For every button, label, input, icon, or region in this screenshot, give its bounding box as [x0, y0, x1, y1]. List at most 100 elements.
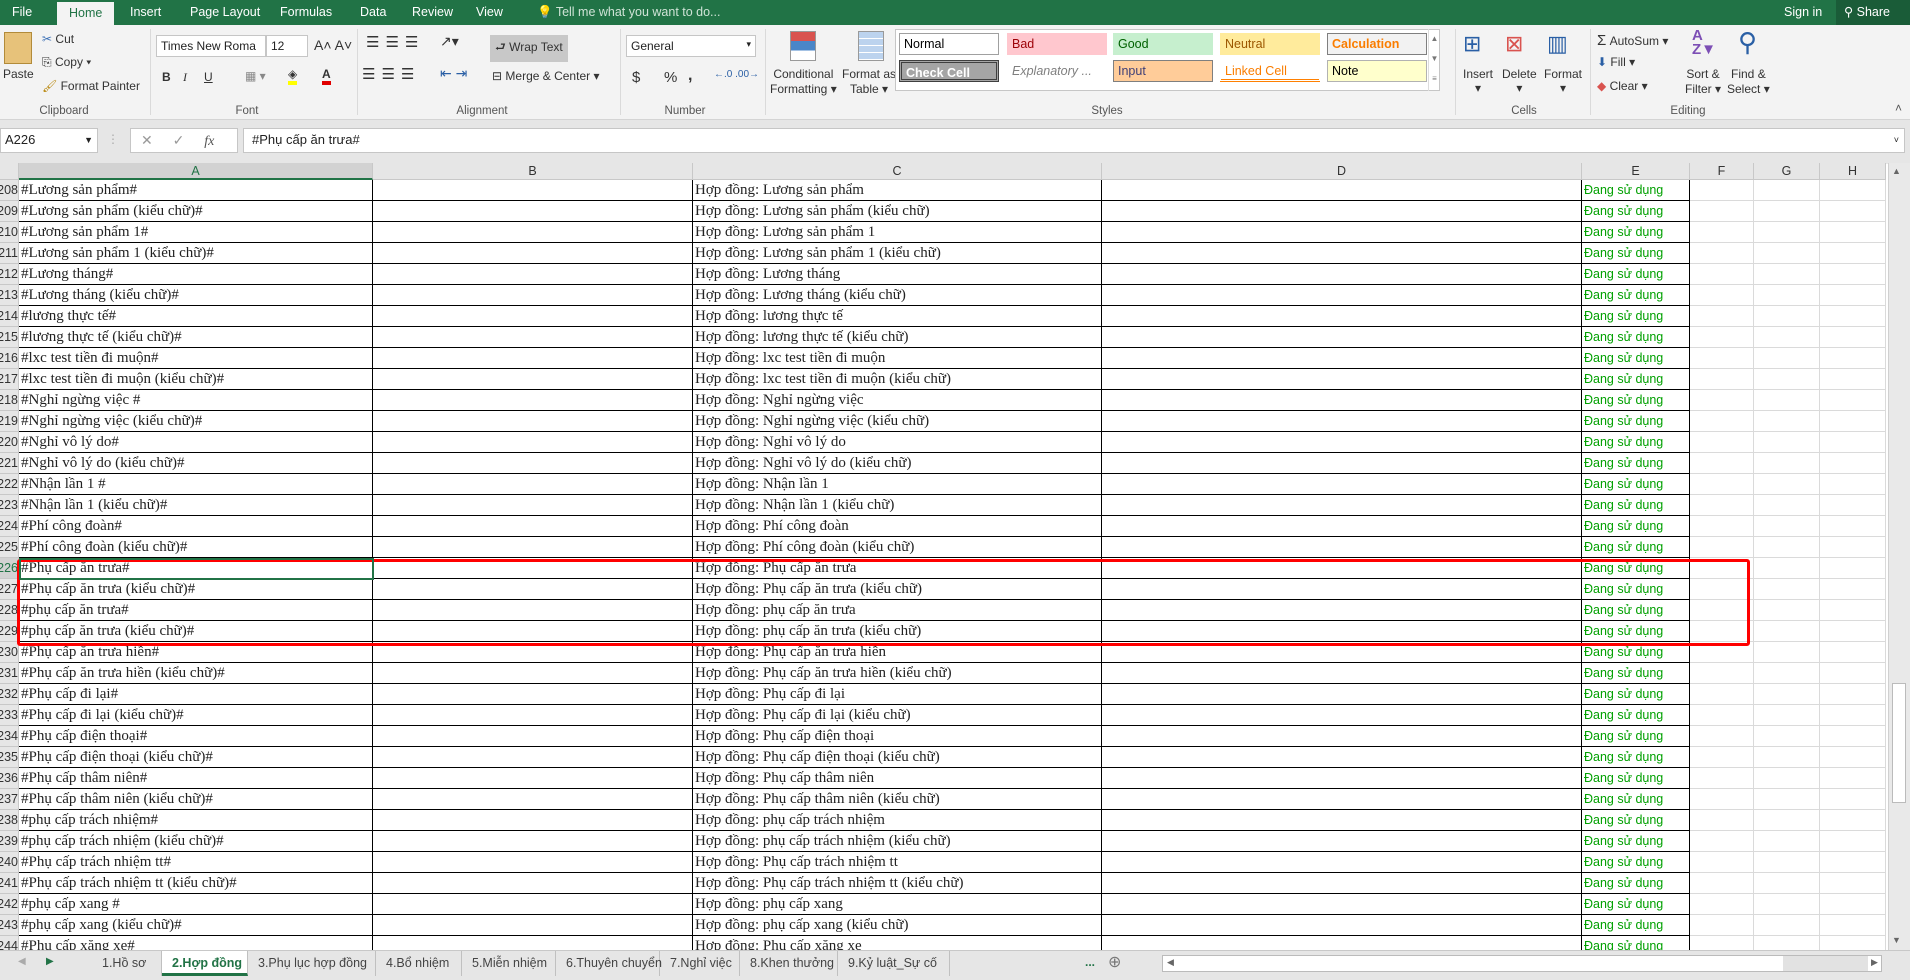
cell-E241[interactable]: Đang sử dụng	[1582, 873, 1690, 894]
font-color-icon[interactable]: A	[322, 67, 331, 85]
insert-cells-button[interactable]: Insert ▾	[1463, 67, 1493, 95]
cell-E230[interactable]: Đang sử dụng	[1582, 642, 1690, 663]
cell-E237[interactable]: Đang sử dụng	[1582, 789, 1690, 810]
cell-B218[interactable]	[373, 390, 693, 411]
cell-F215[interactable]	[1690, 327, 1754, 348]
percent-button[interactable]: %	[664, 69, 677, 86]
cell-H217[interactable]	[1820, 369, 1886, 390]
cell-C213[interactable]: Hợp đồng: Lương tháng (kiểu chữ)	[693, 285, 1102, 306]
cell-H230[interactable]	[1820, 642, 1886, 663]
cell-H228[interactable]	[1820, 600, 1886, 621]
cell-F229[interactable]	[1690, 621, 1754, 642]
row-header[interactable]: 237	[0, 789, 19, 810]
sheet-tab[interactable]: 2.Hợp đồng	[162, 951, 248, 976]
cell-E210[interactable]: Đang sử dụng	[1582, 222, 1690, 243]
cell-G240[interactable]	[1754, 852, 1820, 873]
cell-D231[interactable]	[1102, 663, 1582, 684]
cell-C209[interactable]: Hợp đồng: Lương sản phẩm (kiểu chữ)	[693, 201, 1102, 222]
row-header[interactable]: 241	[0, 873, 19, 894]
add-sheet-icon[interactable]: ⊕	[1108, 952, 1121, 972]
cell-G223[interactable]	[1754, 495, 1820, 516]
cell-D226[interactable]	[1102, 558, 1582, 579]
column-header-D[interactable]: D	[1102, 163, 1582, 180]
cell-F243[interactable]	[1690, 915, 1754, 936]
cell-B226[interactable]	[373, 558, 693, 579]
cell-C208[interactable]: Hợp đồng: Lương sản phẩm	[693, 180, 1102, 201]
horizontal-align-icons[interactable]: ☰☰☰	[362, 65, 420, 83]
cell-F227[interactable]	[1690, 579, 1754, 600]
cell-H237[interactable]	[1820, 789, 1886, 810]
cell-style-check-cell[interactable]: Check Cell	[899, 60, 999, 82]
cell-H216[interactable]	[1820, 348, 1886, 369]
cell-A223[interactable]: #Nhận lần 1 (kiểu chữ)#	[19, 495, 373, 516]
cell-H236[interactable]	[1820, 768, 1886, 789]
cell-H223[interactable]	[1820, 495, 1886, 516]
cell-H233[interactable]	[1820, 705, 1886, 726]
column-header-G[interactable]: G	[1754, 163, 1820, 180]
format-painter-button[interactable]: 🖌 Format Painter	[42, 79, 140, 93]
conditional-formatting-button[interactable]: Conditional Formatting ▾	[770, 67, 837, 97]
cell-G228[interactable]	[1754, 600, 1820, 621]
cell-D229[interactable]	[1102, 621, 1582, 642]
cell-F237[interactable]	[1690, 789, 1754, 810]
scroll-thumb[interactable]	[1892, 683, 1906, 803]
cell-D244[interactable]	[1102, 936, 1582, 950]
cell-H222[interactable]	[1820, 474, 1886, 495]
cell-style-normal[interactable]: Normal	[899, 33, 999, 55]
cell-G221[interactable]	[1754, 453, 1820, 474]
cell-G225[interactable]	[1754, 537, 1820, 558]
cell-H208[interactable]	[1820, 180, 1886, 201]
row-header[interactable]: 226	[0, 558, 19, 579]
cell-B214[interactable]	[373, 306, 693, 327]
sheet-tab[interactable]: 7.Nghỉ việc	[660, 951, 740, 976]
cell-C235[interactable]: Hợp đồng: Phụ cấp điện thoại (kiểu chữ)	[693, 747, 1102, 768]
cell-B242[interactable]	[373, 894, 693, 915]
cell-G216[interactable]	[1754, 348, 1820, 369]
cell-B213[interactable]	[373, 285, 693, 306]
cell-A211[interactable]: #Lương sản phẩm 1 (kiểu chữ)#	[19, 243, 373, 264]
cell-E239[interactable]: Đang sử dụng	[1582, 831, 1690, 852]
indent-icons[interactable]: ⇤ ⇥	[440, 65, 467, 82]
row-header[interactable]: 221	[0, 453, 19, 474]
cell-C216[interactable]: Hợp đồng: lxc test tiền đi muộn	[693, 348, 1102, 369]
prev-sheet-icon[interactable]: ◀	[18, 956, 26, 967]
number-format-select[interactable]: General ▾	[626, 35, 756, 57]
cell-C232[interactable]: Hợp đồng: Phụ cấp đi lại	[693, 684, 1102, 705]
next-sheet-icon[interactable]: ▶	[46, 956, 54, 967]
ribbon-tab-formulas[interactable]: Formulas	[268, 0, 344, 25]
cell-E224[interactable]: Đang sử dụng	[1582, 516, 1690, 537]
cell-F210[interactable]	[1690, 222, 1754, 243]
drag-handle-icon[interactable]: ⋮	[107, 132, 119, 146]
cell-C242[interactable]: Hợp đồng: phụ cấp xang	[693, 894, 1102, 915]
cell-E222[interactable]: Đang sử dụng	[1582, 474, 1690, 495]
cell-C211[interactable]: Hợp đồng: Lương sản phẩm 1 (kiểu chữ)	[693, 243, 1102, 264]
cell-A222[interactable]: #Nhận lần 1 #	[19, 474, 373, 495]
enter-icon[interactable]: ✓	[173, 132, 185, 148]
cell-A208[interactable]: #Lương sản phẩm#	[19, 180, 373, 201]
collapse-ribbon-icon[interactable]: ˄	[1895, 101, 1902, 115]
cell-E238[interactable]: Đang sử dụng	[1582, 810, 1690, 831]
font-name-select[interactable]: Times New Roma	[156, 35, 266, 57]
format-as-table-button[interactable]: Format as Table ▾	[842, 67, 896, 97]
orientation-icon[interactable]: ↗▾	[440, 33, 459, 50]
cell-E228[interactable]: Đang sử dụng	[1582, 600, 1690, 621]
bold-button[interactable]: B	[162, 70, 171, 84]
cell-A239[interactable]: #phụ cấp trách nhiệm (kiểu chữ)#	[19, 831, 373, 852]
cell-C240[interactable]: Hợp đồng: Phụ cấp trách nhiệm tt	[693, 852, 1102, 873]
cell-C238[interactable]: Hợp đồng: phụ cấp trách nhiệm	[693, 810, 1102, 831]
cell-E242[interactable]: Đang sử dụng	[1582, 894, 1690, 915]
cell-C234[interactable]: Hợp đồng: Phụ cấp điện thoại	[693, 726, 1102, 747]
row-header[interactable]: 216	[0, 348, 19, 369]
cell-F216[interactable]	[1690, 348, 1754, 369]
cell-G222[interactable]	[1754, 474, 1820, 495]
column-header-E[interactable]: E	[1582, 163, 1690, 180]
cell-A230[interactable]: #Phụ cấp ăn trưa hiền#	[19, 642, 373, 663]
cell-A231[interactable]: #Phụ cấp ăn trưa hiền (kiểu chữ)#	[19, 663, 373, 684]
cell-H215[interactable]	[1820, 327, 1886, 348]
cell-D242[interactable]	[1102, 894, 1582, 915]
cell-B244[interactable]	[373, 936, 693, 950]
cell-E209[interactable]: Đang sử dụng	[1582, 201, 1690, 222]
cell-C236[interactable]: Hợp đồng: Phụ cấp thâm niên	[693, 768, 1102, 789]
more-sheets-button[interactable]: ...	[1085, 955, 1095, 969]
cell-D228[interactable]	[1102, 600, 1582, 621]
